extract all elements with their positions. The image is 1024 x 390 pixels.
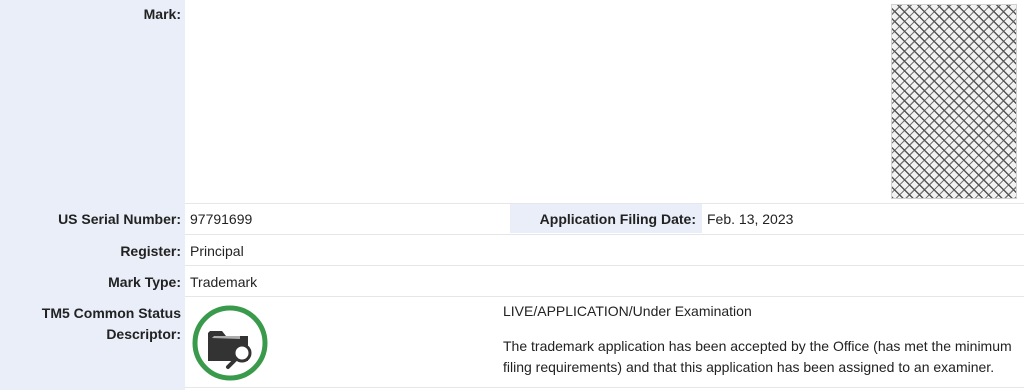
tm5-label-line2: Descriptor: bbox=[106, 326, 181, 342]
divider bbox=[185, 387, 1024, 388]
tm5-description-line2: filing requirements) and that this appli… bbox=[503, 359, 995, 375]
register-label: Register: bbox=[120, 243, 181, 259]
mark-type-label: Mark Type: bbox=[108, 274, 181, 290]
divider bbox=[185, 265, 1024, 266]
filing-date-label-cell: Application Filing Date: bbox=[510, 204, 702, 233]
mark-image bbox=[891, 4, 1017, 199]
tm5-description-line1: The trademark application has been accep… bbox=[503, 338, 1012, 354]
folder-search-icon bbox=[192, 305, 268, 381]
serial-number-value: 97791699 bbox=[190, 211, 253, 227]
register-value: Principal bbox=[190, 243, 244, 259]
divider bbox=[185, 296, 1024, 297]
tm5-status: LIVE/APPLICATION/Under Examination bbox=[503, 303, 752, 319]
mark-type-value: Trademark bbox=[190, 274, 258, 290]
mark-label: Mark: bbox=[143, 6, 181, 22]
tm5-label-line1: TM5 Common Status bbox=[41, 305, 181, 321]
filing-date-value: Feb. 13, 2023 bbox=[707, 211, 794, 227]
serial-number-label: US Serial Number: bbox=[58, 211, 181, 227]
divider bbox=[185, 234, 1024, 235]
filing-date-label: Application Filing Date: bbox=[539, 211, 696, 227]
